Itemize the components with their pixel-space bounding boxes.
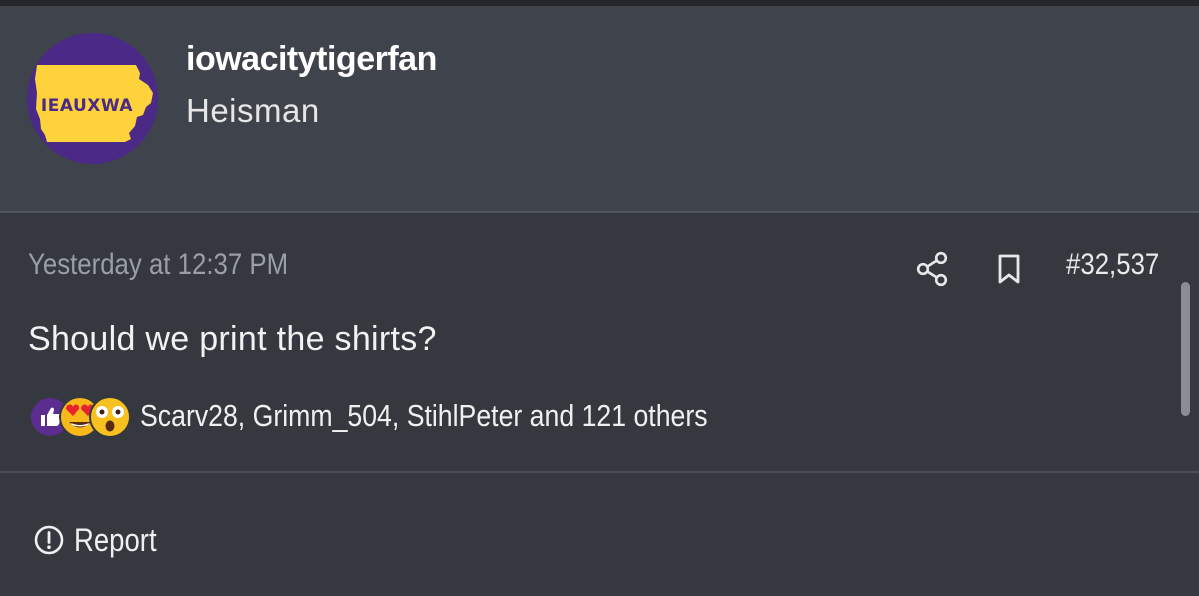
post-footer: Report (0, 473, 1199, 596)
post-content: Yesterday at 12:37 PM #32,537 Should we … (0, 213, 1199, 471)
reaction-users-list[interactable]: Scarv28, Grimm_504, StihlPeter and 121 o… (140, 398, 708, 434)
user-title: Heisman (186, 92, 320, 129)
bookmark-icon (998, 254, 1020, 284)
post-timestamp[interactable]: Yesterday at 12:37 PM (28, 248, 288, 282)
reaction-icons[interactable] (28, 395, 134, 439)
alert-circle-icon (34, 525, 64, 555)
report-button[interactable]: Report (33, 522, 233, 562)
share-icon (916, 251, 948, 287)
avatar[interactable]: IEAUXWA (27, 33, 158, 164)
scrollbar-thumb[interactable] (1181, 282, 1190, 416)
username[interactable]: iowacitytigerfan (186, 40, 437, 79)
reactions-bar[interactable]: Scarv28, Grimm_504, StihlPeter and 121 o… (28, 393, 928, 441)
post-body: Should we print the shirts? (28, 320, 437, 358)
post-author-header: IEAUXWA iowacitytigerfan Heisman (0, 6, 1199, 211)
astonished-icon (89, 396, 131, 438)
avatar-logo-text: IEAUXWA (41, 96, 133, 116)
share-button[interactable] (914, 251, 952, 287)
report-label: Report (74, 522, 157, 558)
post-number-link[interactable]: #32,537 (1066, 248, 1159, 282)
bookmark-button[interactable] (992, 251, 1026, 287)
iowa-logo-icon: IEAUXWA (35, 65, 153, 142)
